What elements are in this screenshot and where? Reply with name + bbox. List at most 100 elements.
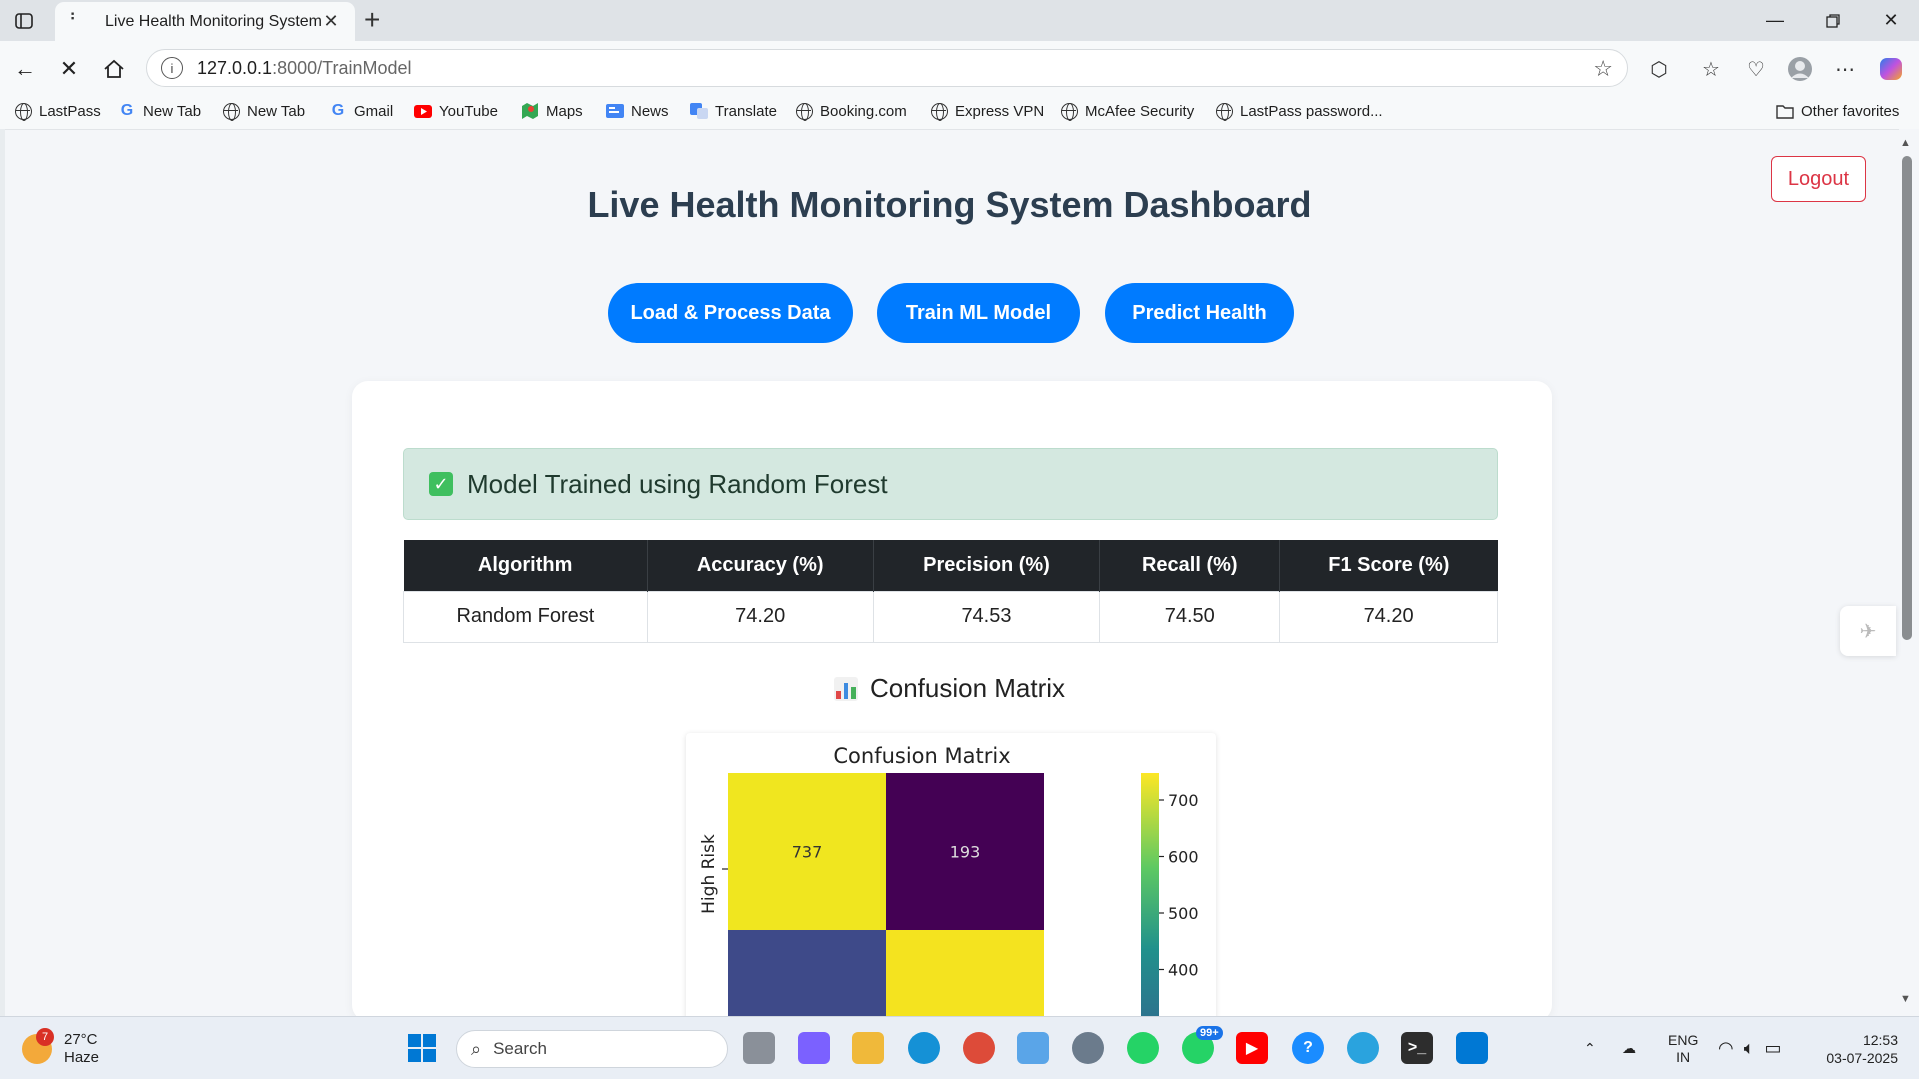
bookmark-express-vpn[interactable]: Express VPN	[930, 102, 1045, 121]
site-info-icon[interactable]: i	[161, 57, 183, 79]
table-header: Recall (%)	[1099, 540, 1281, 591]
other-favorites-label: Other favorites	[1801, 102, 1900, 120]
help-icon[interactable]: ?	[1292, 1032, 1324, 1064]
extensions-icon[interactable]: ⬡	[1644, 54, 1674, 84]
temperature: 27°C	[64, 1031, 98, 1048]
back-icon[interactable]: ←	[8, 52, 42, 86]
stop-loading-icon[interactable]: ✕	[52, 52, 86, 86]
table-cell: Random Forest	[403, 590, 648, 643]
colorbar	[1141, 773, 1159, 1033]
youtube-app-icon[interactable]: ▶	[1236, 1032, 1268, 1064]
edge-icon[interactable]	[908, 1032, 940, 1064]
file-explorer-icon[interactable]	[852, 1032, 884, 1064]
globe-icon	[222, 102, 240, 121]
scroll-down-icon[interactable]: ▼	[1900, 993, 1911, 1005]
scroll-up-icon[interactable]: ▲	[1900, 137, 1911, 149]
region-code: IN	[1676, 1048, 1691, 1065]
language-code: ENG	[1668, 1031, 1699, 1048]
whatsapp-business-icon[interactable]: 99+	[1182, 1026, 1223, 1064]
browser-essentials-icon[interactable]: ♡	[1741, 54, 1771, 84]
onedrive-icon[interactable]: ☁	[1622, 1017, 1636, 1079]
train-ml-model-button[interactable]: Train ML Model	[877, 283, 1080, 343]
colorbar-tick-label: 700	[1168, 791, 1199, 810]
scrollbar-thumb[interactable]	[1902, 156, 1912, 640]
plot-title: Confusion Matrix	[833, 744, 1010, 768]
time: 12:53	[1862, 1031, 1898, 1048]
bookmark-label: LastPass	[39, 102, 101, 120]
weather-icon: 7	[22, 1028, 54, 1064]
tab-actions-icon[interactable]	[10, 8, 38, 34]
copilot-app-icon[interactable]	[798, 1032, 830, 1064]
bookmark-lastpass-password[interactable]: LastPass password...	[1215, 102, 1383, 121]
search-placeholder: Search	[493, 1039, 547, 1058]
more-menu-icon[interactable]: ⋯	[1830, 54, 1860, 84]
y-axis-label: High Risk	[699, 834, 719, 914]
google-icon: G	[120, 102, 134, 119]
bookmark-gmail[interactable]: G Gmail	[329, 102, 393, 120]
bookmark-maps[interactable]: Maps	[521, 102, 583, 120]
bookmark-label: New Tab	[143, 102, 202, 120]
close-window-icon[interactable]: ✕	[1866, 0, 1916, 41]
close-tab-icon[interactable]: ✕	[321, 11, 341, 32]
load-process-data-button[interactable]: Load & Process Data	[608, 283, 853, 343]
wifi-icon: ◠	[1718, 1038, 1734, 1058]
copilot-icon[interactable]	[1876, 54, 1906, 84]
minimize-icon[interactable]: —	[1750, 0, 1800, 41]
bookmark-youtube[interactable]: YouTube	[414, 102, 498, 120]
terminal-icon[interactable]: >_	[1401, 1032, 1433, 1064]
predict-health-button[interactable]: Predict Health	[1105, 283, 1294, 343]
weather-badge: 7	[36, 1028, 54, 1046]
bookmark-label: Maps	[546, 102, 583, 120]
system-tray[interactable]: ◠ 🔈︎ ▭	[1718, 1017, 1782, 1079]
address-bar[interactable]: i 127.0.0.1:8000/TrainModel ☆	[146, 49, 1628, 87]
table-header: F1 Score (%)	[1279, 540, 1498, 591]
confusion-matrix-heading-text: Confusion Matrix	[869, 673, 1066, 703]
weather-widget[interactable]: 7 27°C Haze	[22, 1028, 100, 1067]
home-icon[interactable]	[97, 52, 131, 86]
bookmark-news[interactable]: News	[606, 102, 669, 120]
globe-icon	[14, 102, 32, 121]
bookmark-label: YouTube	[439, 102, 498, 120]
table-cell: 74.53	[872, 590, 1101, 643]
chrome-icon[interactable]	[963, 1032, 995, 1064]
restore-icon[interactable]	[1808, 0, 1858, 41]
feedback-icon[interactable]: ✈	[1840, 606, 1896, 656]
bookmark-mcafee[interactable]: McAfee Security	[1060, 102, 1194, 121]
bookmark-label: Express VPN	[955, 102, 1045, 120]
settings-icon[interactable]	[1072, 1032, 1104, 1064]
url-host: 127.0.0.1	[197, 57, 273, 78]
table-cell: 74.20	[646, 590, 874, 643]
news-icon	[606, 102, 624, 120]
title-bar: ⠃ Live Health Monitoring System ✕ + — ✕	[0, 0, 1919, 41]
browser-tab[interactable]: ⠃ Live Health Monitoring System ✕	[55, 2, 355, 41]
bookmark-new-tab-2[interactable]: New Tab	[222, 102, 305, 121]
battery-icon: ▭	[1764, 1038, 1782, 1058]
bookmark-lastpass[interactable]: LastPass	[14, 102, 101, 121]
favorite-star-icon[interactable]: ☆	[1593, 56, 1613, 82]
telegram-icon[interactable]	[1347, 1032, 1379, 1064]
profile-avatar-icon[interactable]	[1785, 54, 1815, 84]
whatsapp-icon[interactable]	[1127, 1032, 1159, 1064]
new-tab-icon[interactable]: +	[364, 4, 380, 36]
clock[interactable]: 12:53 03-07-2025	[1818, 1017, 1898, 1079]
globe-icon	[1060, 102, 1078, 121]
favorites-icon[interactable]: ☆	[1696, 54, 1726, 84]
weather-condition: Haze	[64, 1049, 100, 1066]
taskbar: 7 27°C Haze ⌕ Search 99+ ▶ ? >_ ⌃ ☁ ENG …	[0, 1016, 1919, 1079]
language-indicator[interactable]: ENG IN	[1668, 1017, 1698, 1079]
alert-text: Model Trained using Random Forest	[467, 468, 888, 499]
store-icon[interactable]	[1017, 1032, 1049, 1064]
heatmap-cells: 737 193	[728, 773, 1044, 1033]
vscode-icon[interactable]	[1456, 1032, 1488, 1064]
bookmark-booking[interactable]: Booking.com	[795, 102, 907, 121]
show-hidden-icons[interactable]: ⌃	[1584, 1017, 1596, 1079]
taskbar-search[interactable]: ⌕ Search	[456, 1030, 728, 1068]
other-favorites[interactable]: Other favorites	[1776, 102, 1899, 120]
success-alert: ✓ Model Trained using Random Forest	[403, 448, 1498, 520]
bookmark-label: LastPass password...	[1240, 102, 1383, 120]
bookmark-translate[interactable]: Translate	[690, 102, 777, 120]
date: 03-07-2025	[1826, 1049, 1898, 1066]
bookmark-new-tab[interactable]: G New Tab	[118, 102, 201, 120]
task-view-icon[interactable]	[743, 1032, 775, 1064]
start-icon[interactable]	[406, 1032, 438, 1064]
